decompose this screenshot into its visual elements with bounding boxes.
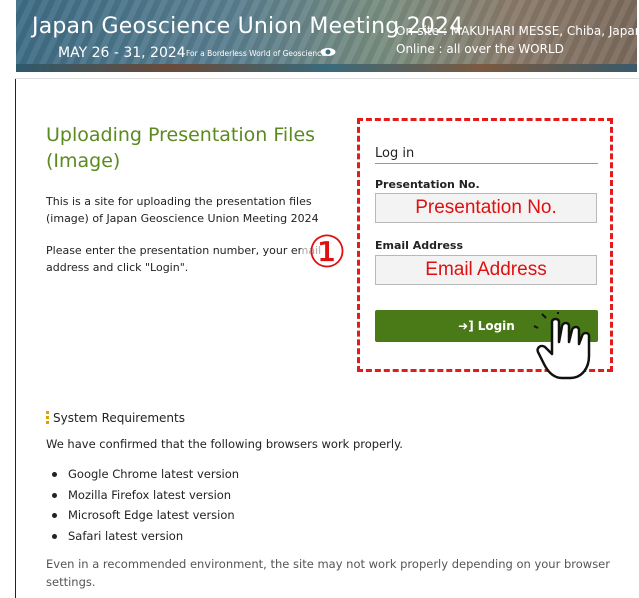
requirements-intro: We have confirmed that the following bro…: [46, 437, 403, 451]
list-item: Google Chrome latest version: [46, 464, 239, 485]
list-item: Mozilla Firefox latest version: [46, 485, 239, 506]
banner-online: Online : all over the WORLD: [396, 42, 564, 56]
content-frame-top: [15, 78, 639, 79]
banner-onsite: On-site : MAKUHARI MESSE, Chiba, Japan: [396, 24, 637, 38]
login-heading: Log in: [375, 146, 415, 161]
list-item: Microsoft Edge latest version: [46, 505, 239, 526]
banner-slogan: For a Borderless World of Geoscience: [186, 49, 326, 58]
email-label: Email Address: [375, 239, 464, 252]
system-requirements-heading: System Requirements: [53, 411, 185, 425]
step-number-marker: ①: [301, 227, 353, 279]
presentation-number-label: Presentation No.: [375, 178, 480, 191]
banner-dates: MAY 26 - 31, 2024: [58, 45, 186, 61]
list-item: Safari latest version: [46, 526, 239, 547]
pointing-hand-icon: [533, 312, 591, 380]
browser-list: Google Chrome latest version Mozilla Fir…: [46, 464, 239, 546]
eye-logo-icon: [320, 48, 336, 56]
content-frame-border: [15, 78, 16, 598]
page-description: This is a site for uploading the present…: [46, 195, 319, 225]
sign-in-icon: ➜]: [458, 319, 474, 333]
page-title: Uploading Presentation Files (Image): [46, 124, 316, 172]
login-divider: [375, 163, 598, 164]
presentation-number-input[interactable]: Presentation No.: [375, 193, 597, 223]
login-button-label: Login: [477, 319, 515, 333]
banner-strip: [16, 64, 637, 72]
login-instruction: Please enter the presentation number, yo…: [46, 244, 322, 274]
environment-note: Even in a recommended environment, the s…: [46, 557, 610, 589]
email-input[interactable]: Email Address: [375, 255, 597, 285]
event-banner: Japan Geoscience Union Meeting 2024 MAY …: [16, 0, 637, 72]
section-marker-icon: [46, 411, 49, 425]
